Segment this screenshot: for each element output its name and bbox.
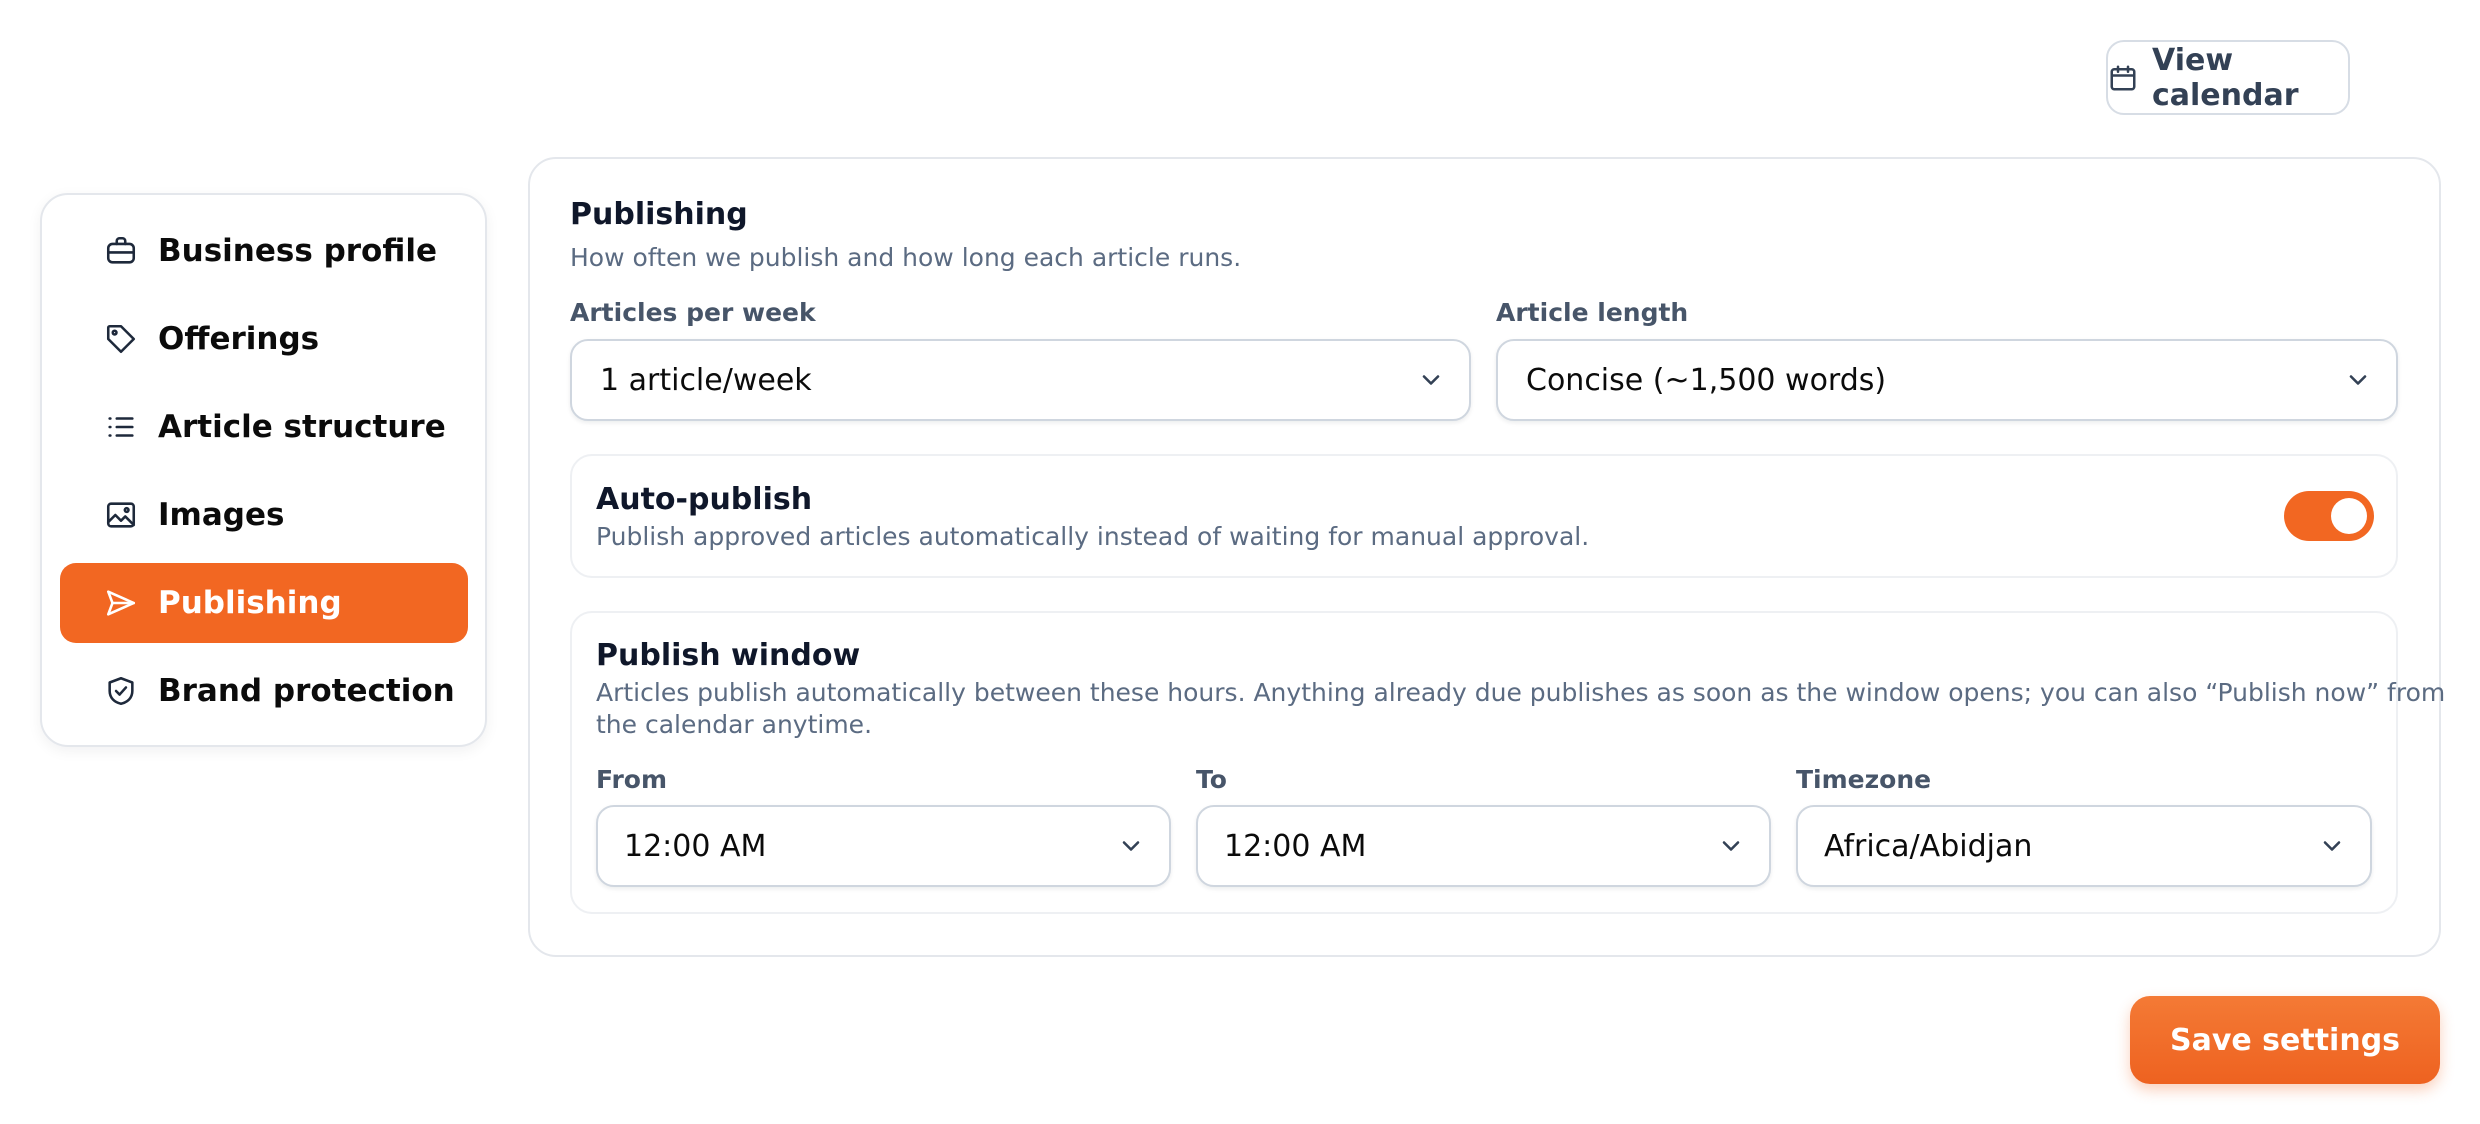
shield-check-icon (104, 674, 138, 708)
chevron-down-icon (2344, 366, 2372, 394)
sidebar-item-brand-protection[interactable]: Brand protection (60, 651, 468, 731)
sidebar-item-label: Article structure (158, 409, 446, 445)
sidebar-item-publishing[interactable]: Publishing (60, 563, 468, 643)
to-label: To (1196, 765, 1227, 794)
section-title: Publishing (570, 197, 748, 232)
send-icon (104, 586, 138, 620)
sidebar-item-business-profile[interactable]: Business profile (60, 211, 468, 291)
sidebar-item-label: Business profile (158, 233, 437, 269)
chevron-down-icon (1717, 832, 1745, 860)
sidebar-item-label: Publishing (158, 585, 342, 621)
chevron-down-icon (1417, 366, 1445, 394)
toggle-knob (2331, 498, 2367, 534)
settings-sidebar: Business profile Offerings Article struc… (40, 193, 487, 747)
chevron-down-icon (2318, 832, 2346, 860)
articles-per-week-value: 1 article/week (600, 362, 812, 398)
articles-per-week-label: Articles per week (570, 298, 816, 327)
sidebar-item-label: Brand protection (158, 673, 455, 709)
to-time-value: 12:00 AM (1224, 828, 1367, 864)
sidebar-item-images[interactable]: Images (60, 475, 468, 555)
view-calendar-label: View calendar (2152, 42, 2299, 113)
auto-publish-description: Publish approved articles automatically … (596, 522, 1590, 551)
calendar-icon (2108, 63, 2138, 93)
from-time-value: 12:00 AM (624, 828, 767, 864)
from-label: From (596, 765, 668, 794)
auto-publish-toggle[interactable] (2284, 491, 2374, 541)
to-time-select[interactable]: 12:00 AM (1196, 805, 1771, 887)
sidebar-item-offerings[interactable]: Offerings (60, 299, 468, 379)
save-settings-button[interactable]: Save settings (2130, 996, 2440, 1084)
articles-per-week-select[interactable]: 1 article/week (570, 339, 1471, 421)
sidebar-item-article-structure[interactable]: Article structure (60, 387, 468, 467)
publish-window-description-line-1: Articles publish automatically between t… (596, 678, 2446, 707)
tag-icon (104, 322, 138, 356)
list-icon (104, 410, 138, 444)
article-length-value: Concise (~1,500 words) (1526, 362, 1887, 398)
article-length-label: Article length (1496, 298, 1689, 327)
sidebar-item-label: Offerings (158, 321, 320, 357)
timezone-select[interactable]: Africa/Abidjan (1796, 805, 2372, 887)
briefcase-icon (104, 234, 138, 268)
chevron-down-icon (1117, 832, 1145, 860)
from-time-select[interactable]: 12:00 AM (596, 805, 1171, 887)
publish-window-description-line-2: the calendar anytime. (596, 710, 873, 739)
auto-publish-card (570, 454, 2398, 578)
article-length-select[interactable]: Concise (~1,500 words) (1496, 339, 2398, 421)
image-icon (104, 498, 138, 532)
timezone-value: Africa/Abidjan (1824, 828, 2033, 864)
auto-publish-title: Auto-publish (596, 482, 813, 517)
sidebar-item-label: Images (158, 497, 285, 533)
section-subtitle: How often we publish and how long each a… (570, 243, 1242, 272)
publish-window-title: Publish window (596, 638, 861, 673)
timezone-label: Timezone (1796, 765, 1932, 794)
view-calendar-button[interactable]: View calendar (2106, 40, 2350, 115)
